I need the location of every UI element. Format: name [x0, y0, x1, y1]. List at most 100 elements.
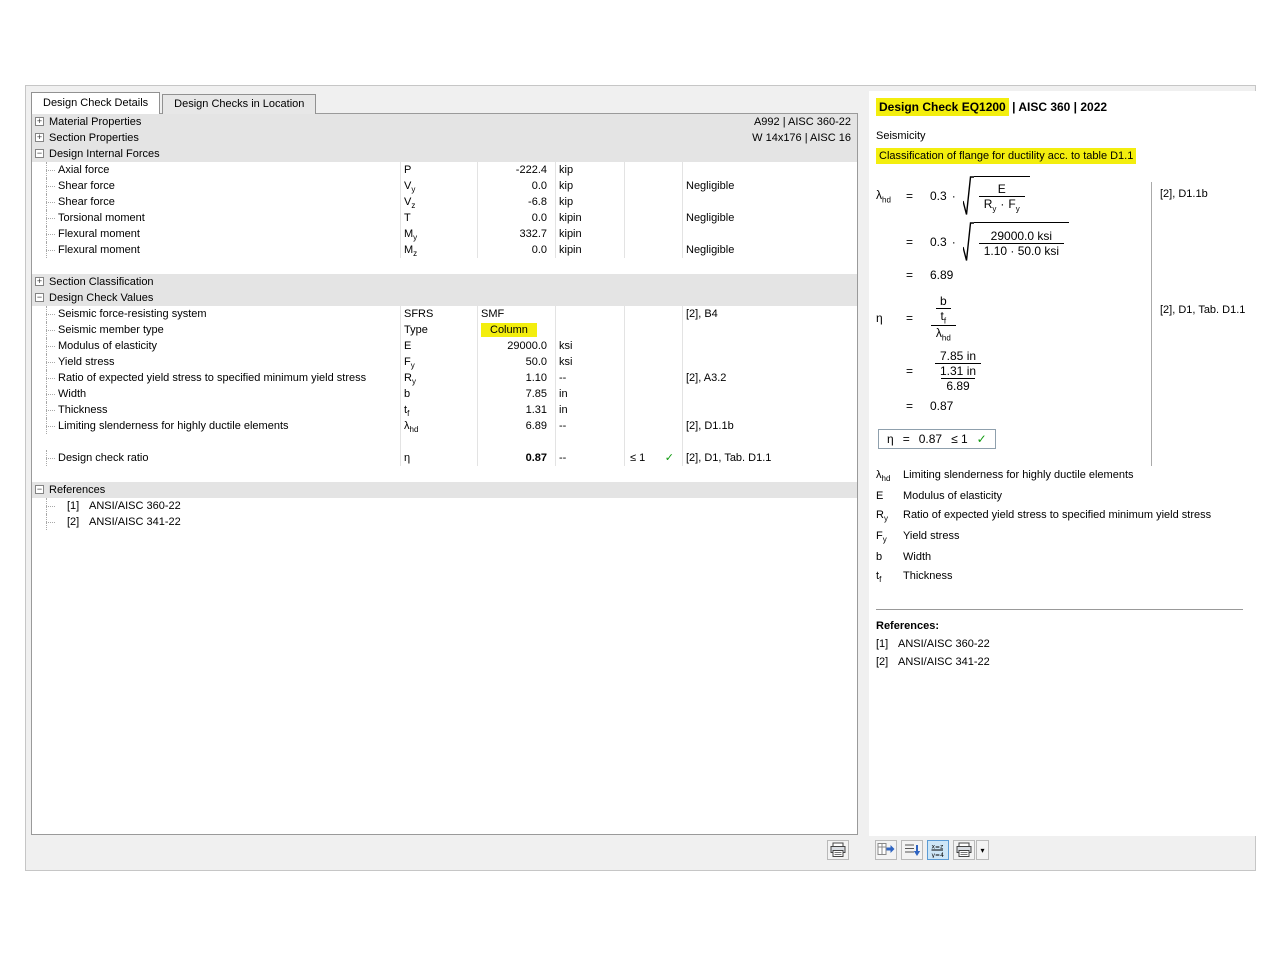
table-row[interactable]: Seismic force-resisting systemSFRSSMF[2]…	[32, 306, 857, 322]
tree-group-row[interactable]: +Section Classification	[32, 274, 857, 290]
row-symbol: Type	[404, 322, 428, 338]
legend-symbol: b	[876, 551, 903, 563]
transfer-to-table-button[interactable]	[875, 840, 897, 860]
tab-design-checks-in-location[interactable]: Design Checks in Location	[162, 94, 316, 114]
design-check-table: +Material PropertiesA992 | AISC 360-22+S…	[31, 113, 858, 835]
legend-symbol: E	[876, 490, 903, 502]
row-criterion	[624, 370, 682, 386]
tree-line	[46, 218, 55, 219]
row-value: 29000.0	[477, 338, 551, 354]
formula-symbol-lambda: λhd	[876, 188, 906, 204]
reference-item: [2]ANSI/AISC 341-22	[876, 656, 1257, 668]
check-icon: ✓	[665, 450, 674, 466]
table-row[interactable]: Yield stressFy50.0ksi	[32, 354, 857, 370]
tree-line	[46, 314, 55, 315]
table-row[interactable]: Axial forceP-222.4kip	[32, 162, 857, 178]
row-comment: Negligible	[686, 242, 734, 258]
print-icon	[829, 842, 847, 858]
legend-symbol: λhd	[876, 469, 903, 483]
lambda-result: 6.89	[930, 268, 953, 282]
collapse-icon[interactable]: −	[35, 485, 44, 494]
expand-icon[interactable]: +	[35, 277, 44, 286]
legend-description: Modulus of elasticity	[903, 490, 1002, 502]
group-right-text: W 14x176 | AISC 16	[752, 130, 851, 146]
group-label: Design Internal Forces	[49, 146, 160, 162]
expand-icon[interactable]: +	[35, 133, 44, 142]
table-row[interactable]: Design check ratioη0.87--≤ 1✓[2], D1, Ta…	[32, 450, 857, 466]
table-row[interactable]: Torsional momentT0.0kipinNegligible	[32, 210, 857, 226]
row-unit: ksi	[559, 354, 572, 370]
print-button[interactable]	[827, 840, 849, 860]
row-label: Shear force	[58, 194, 115, 210]
print-formula-button[interactable]	[953, 840, 975, 860]
tree-group-row[interactable]: −References	[32, 482, 857, 498]
equals-sign: =	[906, 268, 930, 282]
table-row[interactable]: Seismic member typeTypeColumn	[32, 322, 857, 338]
formula-section-label: Seismicity	[876, 130, 1257, 142]
reference-row[interactable]: [1] ANSI/AISC 360-22	[32, 498, 857, 514]
collapse-icon[interactable]: −	[35, 149, 44, 158]
svg-text:y=4: y=4	[932, 852, 945, 858]
equals-sign: =	[906, 364, 930, 378]
row-label: Axial force	[58, 162, 109, 178]
tree-group-row[interactable]: +Material PropertiesA992 | AISC 360-22	[32, 114, 857, 130]
row-unit: kipin	[559, 210, 582, 226]
tab-design-check-details[interactable]: Design Check Details	[31, 92, 160, 114]
eta-result: 0.87	[930, 399, 953, 413]
table-row[interactable]: Thicknesstf1.31in	[32, 402, 857, 418]
row-value: Column	[477, 322, 551, 338]
reference-number: [1]	[67, 498, 79, 514]
fraction: 7.85 in 1.31 in 6.89	[930, 349, 986, 393]
row-label: Thickness	[58, 402, 108, 418]
table-row[interactable]: Flexural momentMz0.0kipinNegligible	[32, 242, 857, 258]
tree-line	[46, 458, 55, 459]
legend-symbol: tf	[876, 570, 903, 584]
row-unit: in	[559, 386, 568, 402]
formula-subtitle: Classification of flange for ductility a…	[876, 148, 1136, 164]
legend-symbol: Fy	[876, 530, 903, 544]
tree-line	[46, 394, 55, 395]
expand-icon[interactable]: +	[35, 117, 44, 126]
row-criterion	[624, 226, 682, 242]
row-criterion	[624, 178, 682, 194]
print-options-dropdown[interactable]: ▾	[976, 840, 989, 860]
formula-panel-title: Design Check EQ1200 | AISC 360 | 2022	[876, 100, 1257, 114]
table-row[interactable]: Shear forceVz-6.8kip	[32, 194, 857, 210]
legend-row: EModulus of elasticity	[876, 490, 1257, 502]
table-row[interactable]: Shear forceVy0.0kipNegligible	[32, 178, 857, 194]
table-rows: +Material PropertiesA992 | AISC 360-22+S…	[32, 114, 857, 530]
equals-sign: =	[903, 432, 910, 446]
table-row[interactable]: Ratio of expected yield stress to specif…	[32, 370, 857, 386]
tree-group-row[interactable]: +Section PropertiesW 14x176 | AISC 16	[32, 130, 857, 146]
dropdown-caret-icon: ▾	[980, 846, 984, 855]
table-row[interactable]: Limiting slenderness for highly ductile …	[32, 418, 857, 434]
row-value: 50.0	[477, 354, 551, 370]
spacer-row	[32, 466, 857, 482]
go-to-list-button[interactable]	[901, 840, 923, 860]
row-criterion	[624, 402, 682, 418]
coefficient: 0.3	[930, 189, 947, 203]
row-criterion: ≤ 1✓	[624, 450, 682, 466]
tree-group-row[interactable]: −Design Internal Forces	[32, 146, 857, 162]
legend-description: Ratio of expected yield stress to specif…	[903, 509, 1211, 523]
reference-text: ANSI/AISC 360-22	[89, 498, 181, 514]
row-symbol: P	[404, 162, 411, 178]
row-value: SMF	[477, 306, 551, 322]
result-value: 0.87	[919, 432, 942, 446]
formula-view-button[interactable]: x=z y=4	[927, 840, 949, 860]
tab-bar: Design Check Details Design Checks in Lo…	[31, 92, 318, 114]
reference-row[interactable]: [2]ANSI/AISC 341-22	[32, 514, 857, 530]
table-row[interactable]: Widthb7.85in	[32, 386, 857, 402]
reference-number: [1]	[876, 638, 898, 650]
group-label: References	[49, 482, 105, 498]
formula-line-eta: η = b tf λhd	[876, 294, 1257, 343]
reference-number: [2]	[67, 514, 79, 530]
table-row[interactable]: Modulus of elasticityE29000.0ksi	[32, 338, 857, 354]
tree-group-row[interactable]: −Design Check Values	[32, 290, 857, 306]
row-comment: Negligible	[686, 210, 734, 226]
group-label: Material Properties	[49, 114, 141, 130]
collapse-icon[interactable]: −	[35, 293, 44, 302]
row-criterion	[624, 194, 682, 210]
table-row[interactable]: Flexural momentMy332.7kipin	[32, 226, 857, 242]
legend-row: FyYield stress	[876, 530, 1257, 544]
